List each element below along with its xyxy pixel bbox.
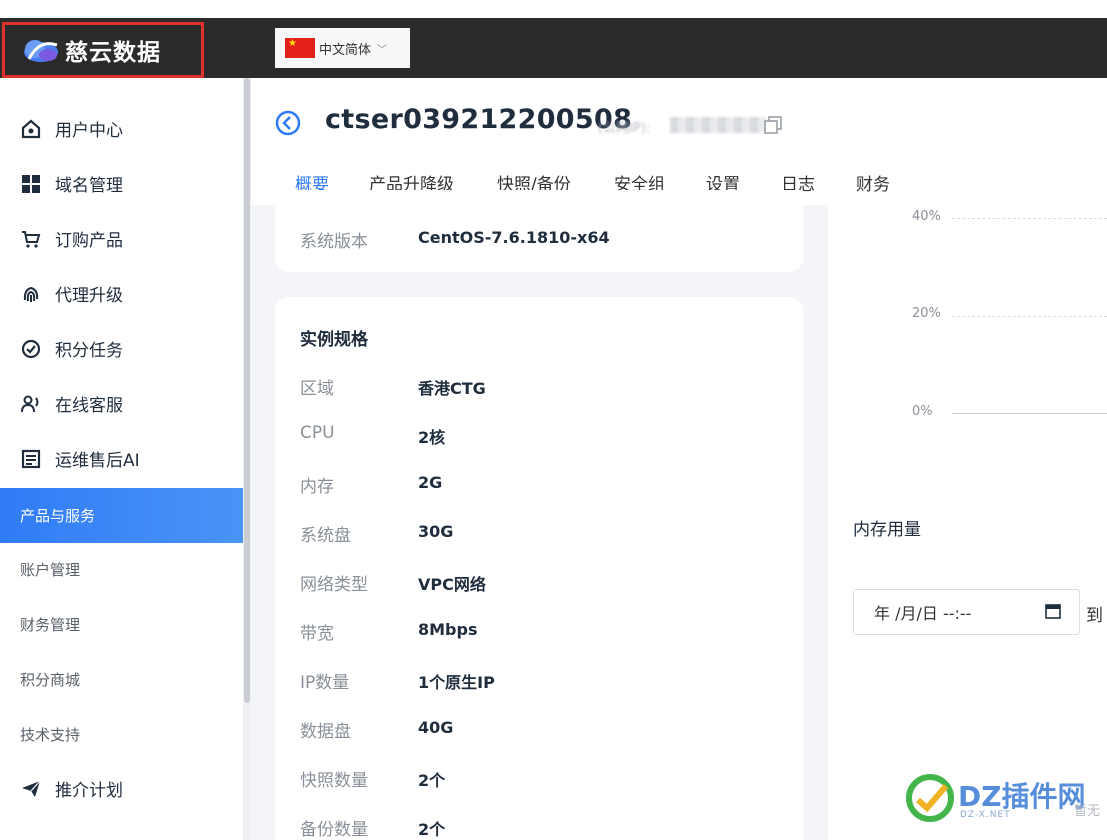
sidebar-item-points-mall[interactable]: 积分商城: [0, 652, 243, 707]
watermark-subtext: DZ-X.NET: [960, 810, 1011, 820]
sidebar-item-points-task[interactable]: 积分任务: [0, 321, 243, 376]
scrollbar-thumb[interactable]: [244, 78, 250, 703]
sidebar-item-ops-ai[interactable]: 运维售后AI: [0, 431, 243, 486]
spec-label: 带宽: [300, 624, 334, 644]
spec-label: 快照数量: [300, 771, 368, 791]
spec-label: 网络类型: [300, 575, 368, 595]
x-axis-line: [952, 413, 1107, 414]
watermark-text: DZ插件网: [958, 780, 1086, 813]
sidebar-item-label: 推介计划: [55, 781, 123, 801]
sidebar-item-referral[interactable]: 推介计划: [0, 761, 243, 816]
sidebar-item-label: 积分任务: [55, 341, 123, 361]
y-tick-label: 40%: [912, 209, 941, 224]
no-data-text: 暂无: [1074, 804, 1101, 819]
fingerprint-icon: [20, 283, 42, 305]
brand-name: 慈云数据: [65, 40, 161, 66]
browser-strip: [0, 0, 1107, 18]
spec-value: 2个: [418, 820, 446, 839]
grid-line: [952, 316, 1107, 317]
sidebar-scrollbar[interactable]: [243, 78, 251, 840]
system-version-value: CentOS-7.6.1810-x64: [418, 228, 610, 247]
sidebar-item-finance[interactable]: 财务管理: [0, 597, 243, 652]
language-label: 中文简体: [319, 42, 372, 58]
tab-finance[interactable]: 财务: [856, 170, 890, 204]
chevron-down-icon: ﹀: [377, 44, 388, 56]
support-icon: [20, 393, 42, 415]
document-icon: [20, 448, 42, 470]
sidebar-item-agent-upgrade[interactable]: 代理升级: [0, 266, 243, 321]
page-title: ctser039212200508: [325, 104, 633, 135]
spec-value: VPC网络: [418, 575, 486, 594]
instance-spec-card: [275, 297, 803, 840]
sidebar-item-label: 代理升级: [55, 286, 123, 306]
spec-card-title: 实例规格: [300, 330, 368, 350]
sidebar-item-label: 订购产品: [55, 231, 123, 251]
sidebar-item-account[interactable]: 账户管理: [0, 542, 243, 597]
grid-icon: [20, 173, 42, 195]
sidebar-item-products-services[interactable]: 产品与服务: [0, 488, 243, 543]
sidebar-item-label: 财务管理: [20, 616, 81, 634]
calendar-icon[interactable]: [1045, 603, 1061, 619]
system-version-label: 系统版本: [300, 232, 368, 252]
home-icon: [20, 118, 42, 140]
sidebar-item-label: 在线客服: [55, 396, 123, 416]
badge-check-icon: [20, 338, 42, 360]
spec-value: 2个: [418, 771, 446, 790]
spec-label: 区域: [300, 379, 334, 399]
sidebar-item-order[interactable]: 订购产品: [0, 211, 243, 266]
sidebar-item-label: 账户管理: [20, 561, 81, 579]
back-arrow-icon[interactable]: [275, 110, 301, 136]
sidebar-item-label: 域名管理: [55, 176, 123, 196]
brand-logo[interactable]: 慈云数据: [2, 22, 204, 78]
sidebar-item-user-center[interactable]: 用户中心: [0, 101, 243, 156]
spec-label: 内存: [300, 477, 334, 497]
sidebar-item-label: 积分商城: [20, 671, 81, 689]
spec-value: 香港CTG: [418, 379, 486, 398]
sidebar-item-label: 产品与服务: [20, 507, 96, 525]
copy-icon[interactable]: [764, 116, 782, 134]
send-icon: [20, 778, 42, 800]
sidebar-item-online-support[interactable]: 在线客服: [0, 376, 243, 431]
spec-label: 备份数量: [300, 820, 368, 840]
ip-label: (公网IP):: [598, 121, 651, 136]
y-tick-label: 20%: [912, 306, 941, 321]
spec-value: 40G: [418, 718, 454, 737]
spec-label: IP数量: [300, 673, 350, 693]
spec-value: 2G: [418, 473, 443, 492]
cloud-logo-icon: [21, 35, 61, 65]
spec-value: 8Mbps: [418, 620, 478, 639]
spec-value: 1个原生IP: [418, 673, 495, 692]
y-tick-label: 0%: [912, 404, 933, 419]
cart-icon: [20, 228, 42, 250]
sidebar-item-tech-support[interactable]: 技术支持: [0, 707, 243, 762]
china-flag-icon: ★: [285, 38, 315, 58]
date-start-value: 年 /月/日 --:--: [874, 604, 972, 623]
sidebar-item-label: 用户中心: [55, 121, 123, 141]
grid-line: [952, 218, 1107, 219]
language-selector[interactable]: ★ 中文简体 ﹀: [275, 28, 410, 68]
sidebar-item-label: 运维售后AI: [55, 451, 140, 471]
date-range-to-label: 到: [1086, 606, 1103, 626]
sidebar-item-domain[interactable]: 域名管理: [0, 156, 243, 211]
spec-label: 数据盘: [300, 722, 351, 742]
spec-label: CPU: [300, 423, 335, 443]
memory-usage-title: 内存用量: [853, 520, 921, 540]
spec-value: 30G: [418, 522, 454, 541]
redacted-ip: [670, 117, 766, 133]
spec-label: 系统盘: [300, 526, 351, 546]
spec-value: 2核: [418, 428, 446, 447]
sidebar-item-label: 技术支持: [20, 726, 81, 744]
